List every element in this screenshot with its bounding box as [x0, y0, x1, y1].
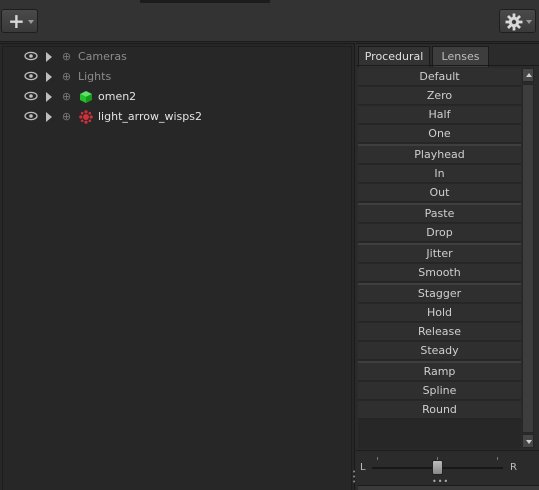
- tree-row-label: omen2: [98, 90, 137, 103]
- tree-row-label: light_arrow_wisps2: [98, 110, 202, 123]
- list-item-default[interactable]: Default: [358, 68, 521, 86]
- side-panel: Procedural Lenses Default Zero Half One Play…: [356, 43, 539, 490]
- list-item-steady[interactable]: Steady: [358, 342, 521, 360]
- list-item-paste[interactable]: Paste: [358, 205, 521, 223]
- expand-icon[interactable]: ⊕: [61, 71, 72, 83]
- outliner-tree: ⊕ Cameras ⊕ Lights ⊕ omen2 ⊕ light_arrow…: [0, 43, 355, 490]
- list-item-ramp[interactable]: Ramp: [358, 363, 521, 381]
- scroll-up-button[interactable]: [522, 68, 534, 82]
- play-arrow-icon[interactable]: [46, 92, 52, 102]
- tree-row-label: Cameras: [78, 50, 127, 63]
- list-item-half[interactable]: Half: [358, 106, 521, 124]
- list-item-round[interactable]: Round: [358, 401, 521, 419]
- tree-row-omen2[interactable]: ⊕ omen2: [0, 87, 340, 107]
- add-button[interactable]: +: [1, 9, 38, 33]
- list-item-out[interactable]: Out: [358, 184, 521, 202]
- slider-left-label: L: [360, 462, 366, 473]
- chevron-down-icon: [28, 20, 34, 24]
- chevron-up-icon: [526, 73, 532, 77]
- lr-balance-slider[interactable]: L ••• R: [356, 450, 539, 486]
- scrollbar-thumb[interactable]: [522, 84, 534, 433]
- expand-icon[interactable]: ⊕: [61, 91, 72, 103]
- procedural-list: Default Zero Half One Playhead In Out Paste Drop…: [358, 68, 521, 449]
- list-item-hold[interactable]: Hold: [358, 304, 521, 322]
- plus-icon: +: [8, 9, 25, 33]
- list-item-release[interactable]: Release: [358, 323, 521, 341]
- chevron-down-icon: [526, 440, 532, 444]
- tree-row-lights[interactable]: ⊕ Lights: [0, 67, 340, 87]
- eye-icon[interactable]: [24, 91, 38, 101]
- list-item-one[interactable]: One: [358, 125, 521, 143]
- tab-procedural[interactable]: Procedural: [358, 46, 430, 67]
- list-item-in[interactable]: In: [358, 165, 521, 183]
- list-item-jitter[interactable]: Jitter: [358, 245, 521, 263]
- toolbar-top-strip: [140, 0, 270, 3]
- tab-divider: [356, 65, 539, 66]
- list-item-zero[interactable]: Zero: [358, 87, 521, 105]
- chevron-down-icon: [526, 20, 532, 24]
- list-item-stagger[interactable]: Stagger: [358, 285, 521, 303]
- list-item-playhead[interactable]: Playhead: [358, 146, 521, 164]
- play-arrow-icon[interactable]: [46, 52, 52, 62]
- list-item-drop[interactable]: Drop: [358, 224, 521, 242]
- slider-handle[interactable]: [431, 460, 443, 475]
- eye-icon[interactable]: [24, 51, 38, 61]
- tab-bar: Procedural Lenses: [358, 46, 539, 67]
- tree-row-label: Lights: [78, 70, 112, 83]
- scroll-down-button[interactable]: [522, 434, 534, 448]
- bottom-bar: [358, 485, 539, 490]
- expand-icon[interactable]: ⊕: [61, 111, 72, 123]
- list-item-smooth[interactable]: Smooth: [358, 264, 521, 282]
- red-light-icon: [79, 110, 93, 124]
- panel-resize-grip[interactable]: • • •: [352, 469, 356, 486]
- settings-button[interactable]: [499, 9, 536, 33]
- expand-icon[interactable]: ⊕: [61, 51, 72, 63]
- list-item-spline[interactable]: Spline: [358, 382, 521, 400]
- vertical-scrollbar[interactable]: [521, 68, 535, 449]
- slider-tick: [377, 457, 378, 460]
- top-toolbar: +: [0, 0, 539, 42]
- tree-row-light-arrow-wisps2[interactable]: ⊕ light_arrow_wisps2: [0, 107, 340, 127]
- gear-icon: [505, 13, 523, 31]
- eye-icon[interactable]: [24, 111, 38, 121]
- tab-lenses[interactable]: Lenses: [432, 46, 489, 67]
- green-cube-icon: [80, 91, 92, 103]
- play-arrow-icon[interactable]: [46, 72, 52, 82]
- slider-right-label: R: [510, 462, 517, 473]
- slider-tick: [497, 457, 498, 460]
- play-arrow-icon[interactable]: [46, 112, 52, 122]
- eye-icon[interactable]: [24, 71, 38, 81]
- tree-row-cameras[interactable]: ⊕ Cameras: [0, 47, 340, 67]
